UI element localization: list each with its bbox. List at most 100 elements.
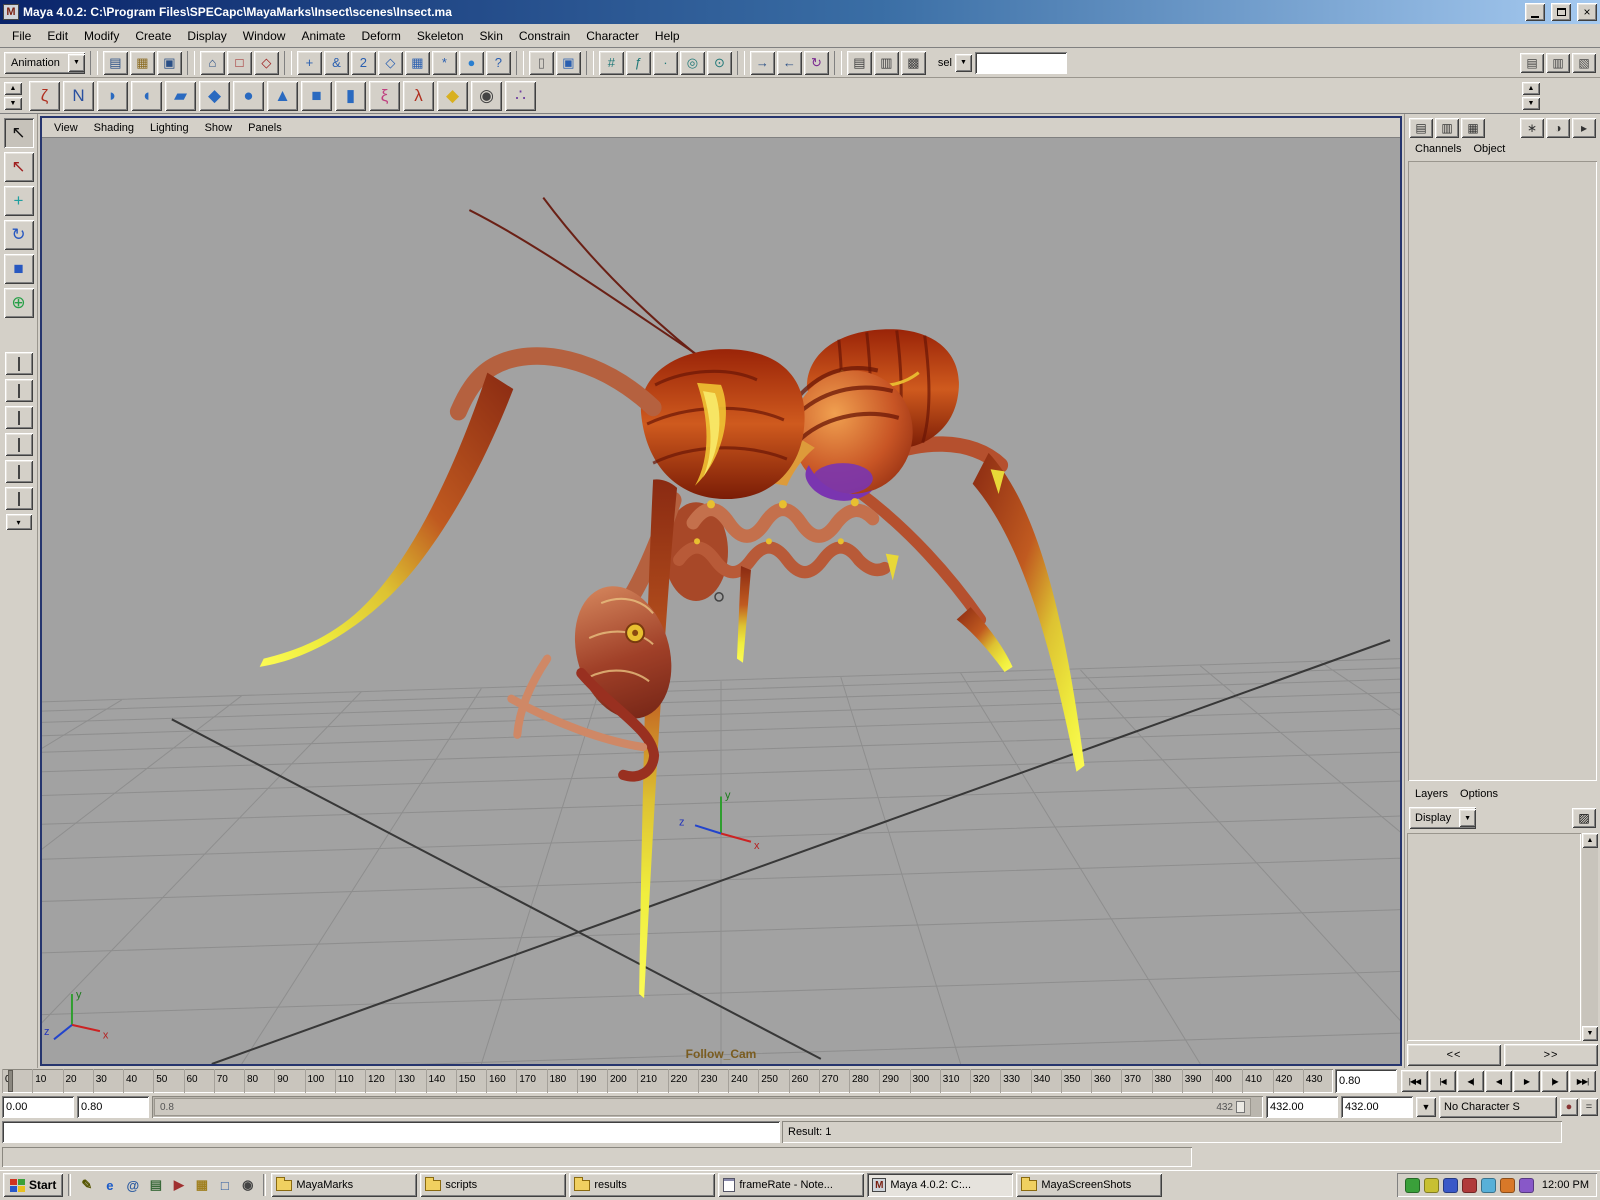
- show-channel-layer-icon[interactable]: ▦: [1461, 118, 1485, 138]
- character-set-menu[interactable]: No Character S: [1439, 1096, 1557, 1118]
- scale-tool[interactable]: ■: [4, 254, 34, 284]
- graphics-tray-icon[interactable]: [1405, 1178, 1420, 1193]
- range-slider-track[interactable]: 0.8 432: [152, 1096, 1263, 1118]
- minimize-button[interactable]: [1525, 3, 1545, 21]
- shelf-scroll-up-icon[interactable]: ▲: [1522, 82, 1540, 95]
- antivirus-tray-icon[interactable]: [1500, 1178, 1515, 1193]
- nurbs-cone-icon[interactable]: ▲: [267, 81, 298, 111]
- mask-deformations-icon[interactable]: ▦: [405, 51, 430, 75]
- media-player-icon[interactable]: ▶: [168, 1175, 189, 1196]
- nurbs-cube-icon[interactable]: ■: [301, 81, 332, 111]
- layout-persp-multi[interactable]: [5, 487, 33, 510]
- current-time-indicator[interactable]: [8, 1070, 13, 1092]
- menu-item[interactable]: Deform: [353, 25, 408, 47]
- character-menu-arrow-icon[interactable]: ▼: [1416, 1097, 1436, 1117]
- toolbar-separator[interactable]: [586, 51, 594, 75]
- document-pencil-icon[interactable]: ✎: [76, 1175, 97, 1196]
- viewport-3d[interactable]: y x z y x z Follow_Cam: [42, 138, 1400, 1064]
- mask-misc-icon[interactable]: ?: [486, 51, 511, 75]
- panel-menu-item[interactable]: Shading: [87, 120, 141, 136]
- mask-curves-icon[interactable]: &: [324, 51, 349, 75]
- shelf-tab-up-icon[interactable]: ▲: [4, 82, 22, 95]
- snap-to-grid-icon[interactable]: #: [599, 51, 624, 75]
- playback-start-field[interactable]: [77, 1096, 149, 1118]
- show-desktop-icon[interactable]: ▤: [145, 1175, 166, 1196]
- layer-display-selector[interactable]: Display ▼: [1409, 807, 1476, 829]
- scheduler-tray-icon[interactable]: [1462, 1178, 1477, 1193]
- step-back-frame-button[interactable]: |◀: [1429, 1070, 1456, 1092]
- mail-icon[interactable]: @: [122, 1175, 143, 1196]
- revolve-icon[interactable]: ◗: [97, 81, 128, 111]
- rotate-tool[interactable]: ↻: [4, 220, 34, 250]
- insect-model[interactable]: [260, 198, 1085, 998]
- menu-item[interactable]: File: [4, 25, 39, 47]
- restore-button[interactable]: [1551, 3, 1571, 21]
- camera-app-icon[interactable]: ◉: [237, 1175, 258, 1196]
- layout-more-arrow-icon[interactable]: ▾: [6, 514, 32, 530]
- channel-box-menu-item[interactable]: Object: [1469, 143, 1509, 157]
- particles-icon[interactable]: ∴: [505, 81, 536, 111]
- display-tray-icon[interactable]: [1443, 1178, 1458, 1193]
- show-channel-box-icon[interactable]: ▤: [1409, 118, 1433, 138]
- start-button[interactable]: Start: [3, 1173, 63, 1197]
- lasso-tool[interactable]: ↖: [4, 152, 34, 182]
- camera-icon[interactable]: ◉: [471, 81, 502, 111]
- toolbar-separator[interactable]: [284, 51, 292, 75]
- show-manipulator-tool[interactable]: ⊕: [4, 288, 34, 318]
- toggle-channel-box-icon[interactable]: ▧: [1572, 53, 1596, 73]
- range-slider-bar[interactable]: 0.8 432: [154, 1098, 1251, 1116]
- mask-rendering-icon[interactable]: ●: [459, 51, 484, 75]
- toolbar-separator[interactable]: [90, 51, 98, 75]
- menu-item[interactable]: Display: [179, 25, 234, 47]
- menu-item[interactable]: Animate: [293, 25, 353, 47]
- menu-item[interactable]: Modify: [76, 25, 127, 47]
- save-scene-icon[interactable]: ▣: [157, 51, 182, 75]
- highlight-selection-icon[interactable]: ▣: [556, 51, 581, 75]
- step-forward-key-button[interactable]: |▶: [1541, 1070, 1568, 1092]
- toolbar-separator[interactable]: [737, 51, 745, 75]
- lock-selection-icon[interactable]: ▯: [529, 51, 554, 75]
- task-mayamarks[interactable]: MayaMarks: [271, 1173, 417, 1197]
- time-slider[interactable]: 0102030405060708090100110120130140150160…: [2, 1069, 1333, 1093]
- task-maya[interactable]: Maya 4.0.2: C:...: [867, 1173, 1013, 1197]
- channel-box-body[interactable]: [1408, 161, 1597, 781]
- toolbar-separator[interactable]: [834, 51, 842, 75]
- pencil-curve-tool-icon[interactable]: N: [63, 81, 94, 111]
- task-scripts[interactable]: scripts: [420, 1173, 566, 1197]
- layout-single-perspective[interactable]: [5, 352, 33, 375]
- layout-four-view[interactable]: [5, 379, 33, 402]
- quick-select-input[interactable]: [975, 52, 1067, 74]
- render-globals-icon[interactable]: ▩: [901, 51, 926, 75]
- loft-icon[interactable]: ◖: [131, 81, 162, 111]
- nurbs-cylinder-icon[interactable]: ▮: [335, 81, 366, 111]
- network-tray-icon[interactable]: [1481, 1178, 1496, 1193]
- layer-editor-menu-item[interactable]: Layers: [1411, 788, 1452, 802]
- select-by-object-icon[interactable]: □: [227, 51, 252, 75]
- menu-item[interactable]: Constrain: [511, 25, 578, 47]
- render-current-frame-icon[interactable]: ▤: [847, 51, 872, 75]
- toolbar-separator[interactable]: [187, 51, 195, 75]
- command-line-input[interactable]: [2, 1121, 780, 1143]
- snap-to-surface-icon[interactable]: ⊙: [707, 51, 732, 75]
- shelf-tab-down-icon[interactable]: ▼: [4, 97, 22, 110]
- panel-menu-item[interactable]: View: [47, 120, 85, 136]
- messenger-tray-icon[interactable]: [1519, 1178, 1534, 1193]
- layout-persp-outliner[interactable]: [5, 406, 33, 429]
- menu-item[interactable]: Character: [578, 25, 647, 47]
- go-to-start-button[interactable]: |◀◀: [1401, 1070, 1428, 1092]
- select-by-component-icon[interactable]: ◇: [254, 51, 279, 75]
- go-to-end-button[interactable]: ▶▶|: [1569, 1070, 1596, 1092]
- pager-next-button[interactable]: >>: [1504, 1044, 1598, 1066]
- curve-kink-icon[interactable]: λ: [403, 81, 434, 111]
- mask-polygons-icon[interactable]: ◇: [378, 51, 403, 75]
- animation-start-field[interactable]: [2, 1096, 74, 1118]
- step-back-key-button[interactable]: ◀|: [1457, 1070, 1484, 1092]
- menu-item[interactable]: Edit: [39, 25, 76, 47]
- layer-list[interactable]: [1407, 833, 1581, 1041]
- input-connections-icon[interactable]: →: [750, 51, 775, 75]
- select-tool[interactable]: ↖: [4, 118, 34, 148]
- toggle-attribute-editor-icon[interactable]: ▤: [1520, 53, 1544, 73]
- menu-item[interactable]: Help: [647, 25, 688, 47]
- edit-curve-icon[interactable]: ξ: [369, 81, 400, 111]
- extrude-icon[interactable]: ◆: [199, 81, 230, 111]
